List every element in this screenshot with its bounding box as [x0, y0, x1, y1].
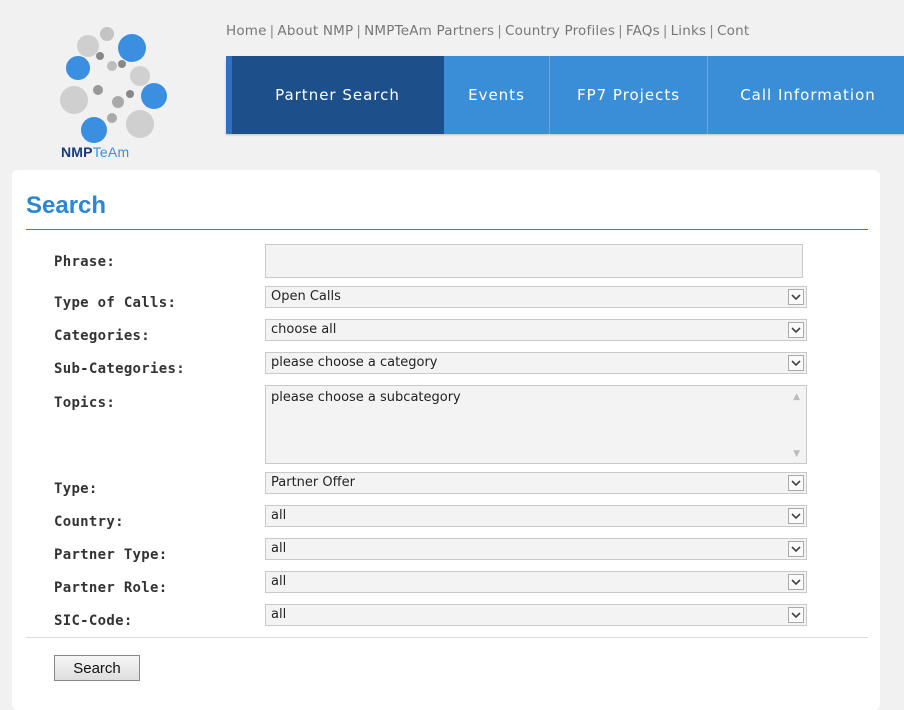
chevron-down-icon[interactable]: [788, 475, 804, 491]
label-phrase: Phrase:: [54, 254, 116, 270]
categories-select[interactable]: choose all: [265, 319, 807, 341]
logo-wordmark-main: NMP: [61, 144, 93, 160]
scroll-up-icon[interactable]: ▲: [793, 392, 800, 402]
label-type-of-calls: Type of Calls:: [54, 295, 177, 311]
label-country: Country:: [54, 514, 124, 530]
label-partner-type: Partner Type:: [54, 547, 168, 563]
label-type: Type:: [54, 481, 98, 497]
top-link-country-profiles[interactable]: Country Profiles: [505, 23, 615, 39]
chevron-down-icon[interactable]: [788, 607, 804, 623]
top-link-about[interactable]: About NMP: [277, 23, 353, 39]
country-select[interactable]: all: [265, 505, 807, 527]
nav-fp7-projects[interactable]: FP7 Projects: [550, 56, 708, 134]
type-of-calls-select[interactable]: Open Calls: [265, 286, 807, 308]
topics-value: please choose a subcategory: [271, 390, 461, 405]
type-select[interactable]: Partner Offer: [265, 472, 807, 494]
nav-events[interactable]: Events: [444, 56, 550, 134]
country-value: all: [271, 508, 287, 523]
scroll-down-icon[interactable]: ▼: [793, 449, 800, 459]
nmpteam-logo-icon[interactable]: [52, 20, 182, 160]
separator: |: [709, 23, 715, 39]
title-divider: [26, 229, 868, 230]
main-navigation: Partner Search Events FP7 Projects Call …: [226, 56, 904, 134]
sic-code-select[interactable]: all: [265, 604, 807, 626]
label-partner-role: Partner Role:: [54, 580, 168, 596]
label-categories: Categories:: [54, 328, 151, 344]
nav-partner-search[interactable]: Partner Search: [232, 56, 444, 134]
logo-wordmark-accent: TeAm: [92, 144, 130, 160]
logo-wordmark: NMPTeAm: [61, 144, 129, 160]
search-button[interactable]: Search: [54, 655, 140, 681]
sic-code-value: all: [271, 607, 287, 622]
separator: |: [497, 23, 502, 39]
phrase-input[interactable]: [265, 244, 803, 278]
chevron-down-icon[interactable]: [788, 355, 804, 371]
chevron-down-icon[interactable]: [788, 541, 804, 557]
form-divider: [26, 637, 868, 638]
top-link-faqs[interactable]: FAQs: [626, 23, 660, 39]
label-sic-code: SIC-Code:: [54, 613, 133, 629]
separator: |: [356, 23, 362, 39]
label-topics: Topics:: [54, 395, 116, 411]
chevron-down-icon[interactable]: [788, 322, 804, 338]
separator: |: [618, 23, 623, 39]
partner-type-select[interactable]: all: [265, 538, 807, 560]
separator: |: [269, 23, 275, 39]
type-value: Partner Offer: [271, 475, 355, 490]
categories-value: choose all: [271, 322, 337, 337]
separator: |: [662, 23, 668, 39]
top-link-contact[interactable]: Cont: [717, 23, 749, 39]
chevron-down-icon[interactable]: [788, 508, 804, 524]
top-link-links[interactable]: Links: [671, 23, 707, 39]
partner-role-select[interactable]: all: [265, 571, 807, 593]
nav-call-information[interactable]: Call Information: [708, 56, 904, 134]
chevron-down-icon[interactable]: [788, 574, 804, 590]
chevron-down-icon[interactable]: [788, 289, 804, 305]
top-links: Home | About NMP | NMPTeAm Partners | Country …: [226, 23, 749, 39]
page-title: Search: [26, 192, 107, 219]
label-sub-categories: Sub-Categories:: [54, 361, 185, 377]
partner-role-value: all: [271, 574, 287, 589]
type-of-calls-value: Open Calls: [271, 289, 341, 304]
top-link-partners[interactable]: NMPTeAm Partners: [364, 23, 494, 39]
partner-type-value: all: [271, 541, 287, 556]
sub-categories-value: please choose a category: [271, 355, 438, 370]
topics-listbox[interactable]: please choose a subcategory ▲ ▼: [265, 385, 807, 464]
sub-categories-select[interactable]: please choose a category: [265, 352, 807, 374]
top-link-home[interactable]: Home: [226, 23, 267, 39]
